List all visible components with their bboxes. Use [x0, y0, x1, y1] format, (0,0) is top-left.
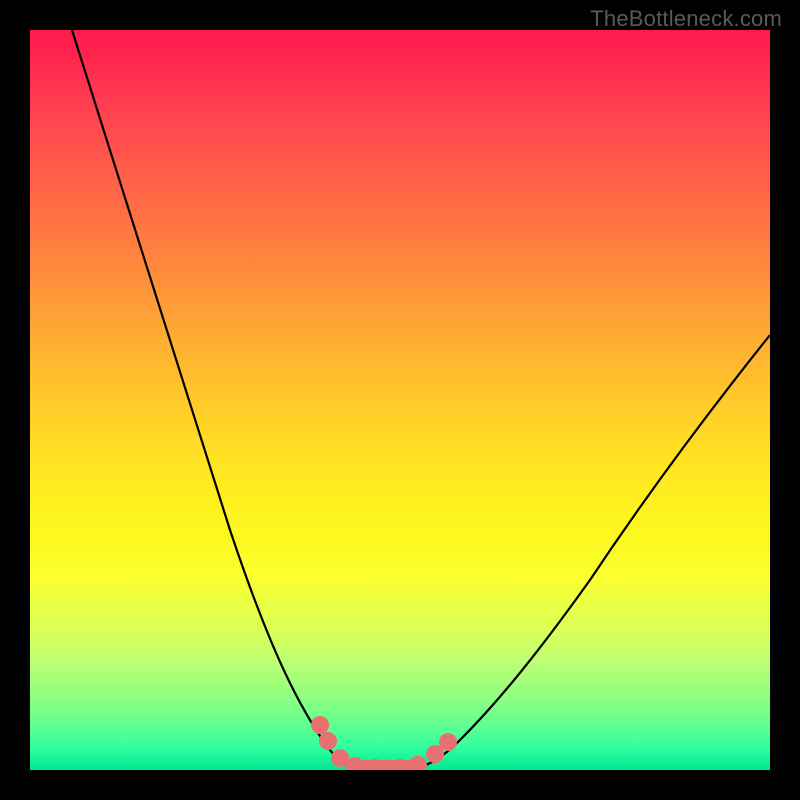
right-curve [415, 335, 770, 768]
chart-svg [30, 30, 770, 770]
marker [439, 733, 457, 751]
marker [409, 756, 427, 770]
chart-plot-area [30, 30, 770, 770]
marker [311, 716, 329, 734]
watermark-text: TheBottleneck.com [590, 6, 782, 32]
left-curve [72, 30, 365, 768]
marker [319, 732, 337, 750]
